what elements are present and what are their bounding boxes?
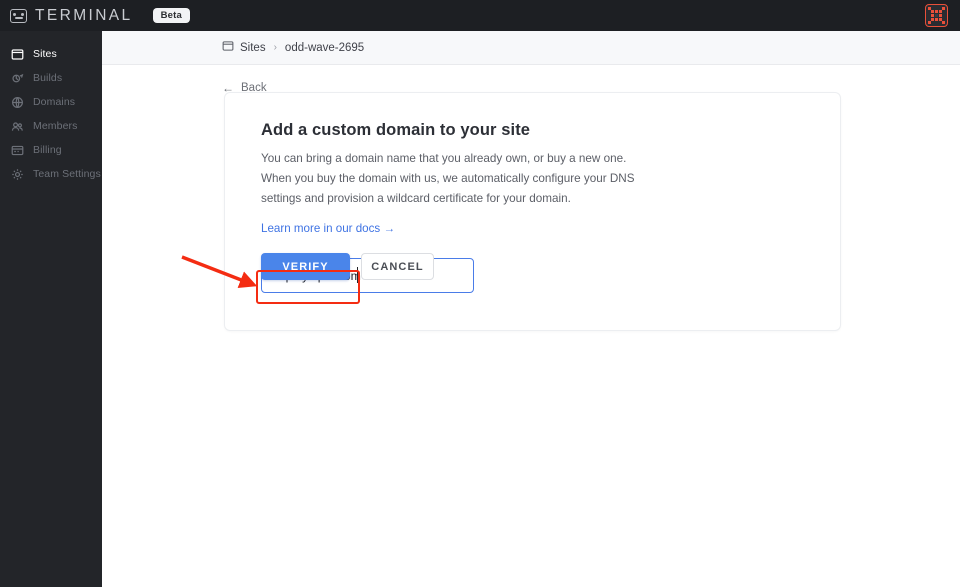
top-bar: TERMINAL Beta	[0, 0, 960, 31]
sidebar-label-builds: Builds	[33, 72, 63, 85]
sidebar-label-members: Members	[33, 120, 78, 133]
build-gear-icon	[11, 72, 24, 85]
user-identicon-avatar[interactable]	[925, 4, 948, 27]
identicon-grid	[927, 6, 946, 25]
beta-badge: Beta	[152, 7, 190, 24]
breadcrumb-bar: Sites › odd-wave-2695	[102, 31, 960, 65]
breadcrumb-current-site: odd-wave-2695	[284, 41, 365, 54]
page-title: Add a custom domain to your site	[261, 121, 531, 139]
people-icon	[11, 120, 24, 133]
browser-window-icon	[11, 48, 24, 61]
breadcrumb-link-sites[interactable]: Sites	[240, 42, 266, 54]
sidebar-item-members[interactable]: Members	[0, 115, 102, 138]
sidebar-label-team-settings: Team Settings	[33, 168, 101, 181]
add-domain-card: Add a custom domain to your site You can…	[224, 92, 841, 331]
sidebar-nav-list: Sites Builds Domains Members Billing Tea…	[0, 43, 102, 186]
globe-icon	[11, 96, 24, 109]
brand[interactable]: TERMINAL Beta	[0, 8, 190, 24]
verify-button[interactable]: VERIFY	[261, 253, 350, 280]
gear-icon	[11, 168, 24, 181]
card-description: You can bring a domain name that you alr…	[261, 152, 635, 206]
sidebar-item-team-settings[interactable]: Team Settings	[0, 163, 102, 186]
sidebar-item-domains[interactable]: Domains	[0, 91, 102, 114]
sidebar-item-builds[interactable]: Builds	[0, 67, 102, 90]
main-content: Sites › odd-wave-2695 ← Back Add a custo…	[102, 31, 960, 587]
breadcrumb: Sites › odd-wave-2695	[222, 40, 364, 55]
credit-card-icon	[11, 144, 24, 157]
sidebar-label-domains: Domains	[33, 96, 76, 109]
sidebar-item-billing[interactable]: Billing	[0, 139, 102, 162]
brand-name: TERMINAL	[35, 6, 133, 24]
sidebar: Sites Builds Domains Members Billing Tea…	[0, 31, 102, 587]
breadcrumb-separator: ›	[273, 42, 277, 53]
app-root: TERMINAL Beta Sites Builds Domains Membe…	[0, 0, 960, 587]
sidebar-label-sites: Sites	[33, 48, 57, 61]
sites-folder-icon	[222, 40, 234, 55]
terminal-logo-icon	[10, 8, 27, 23]
form-actions: VERIFY CANCEL	[261, 253, 434, 280]
sidebar-label-billing: Billing	[33, 144, 62, 157]
cancel-button[interactable]: CANCEL	[361, 253, 434, 280]
docs-link[interactable]: Learn more in our docs →	[261, 222, 395, 235]
sidebar-item-sites[interactable]: Sites	[0, 43, 102, 66]
